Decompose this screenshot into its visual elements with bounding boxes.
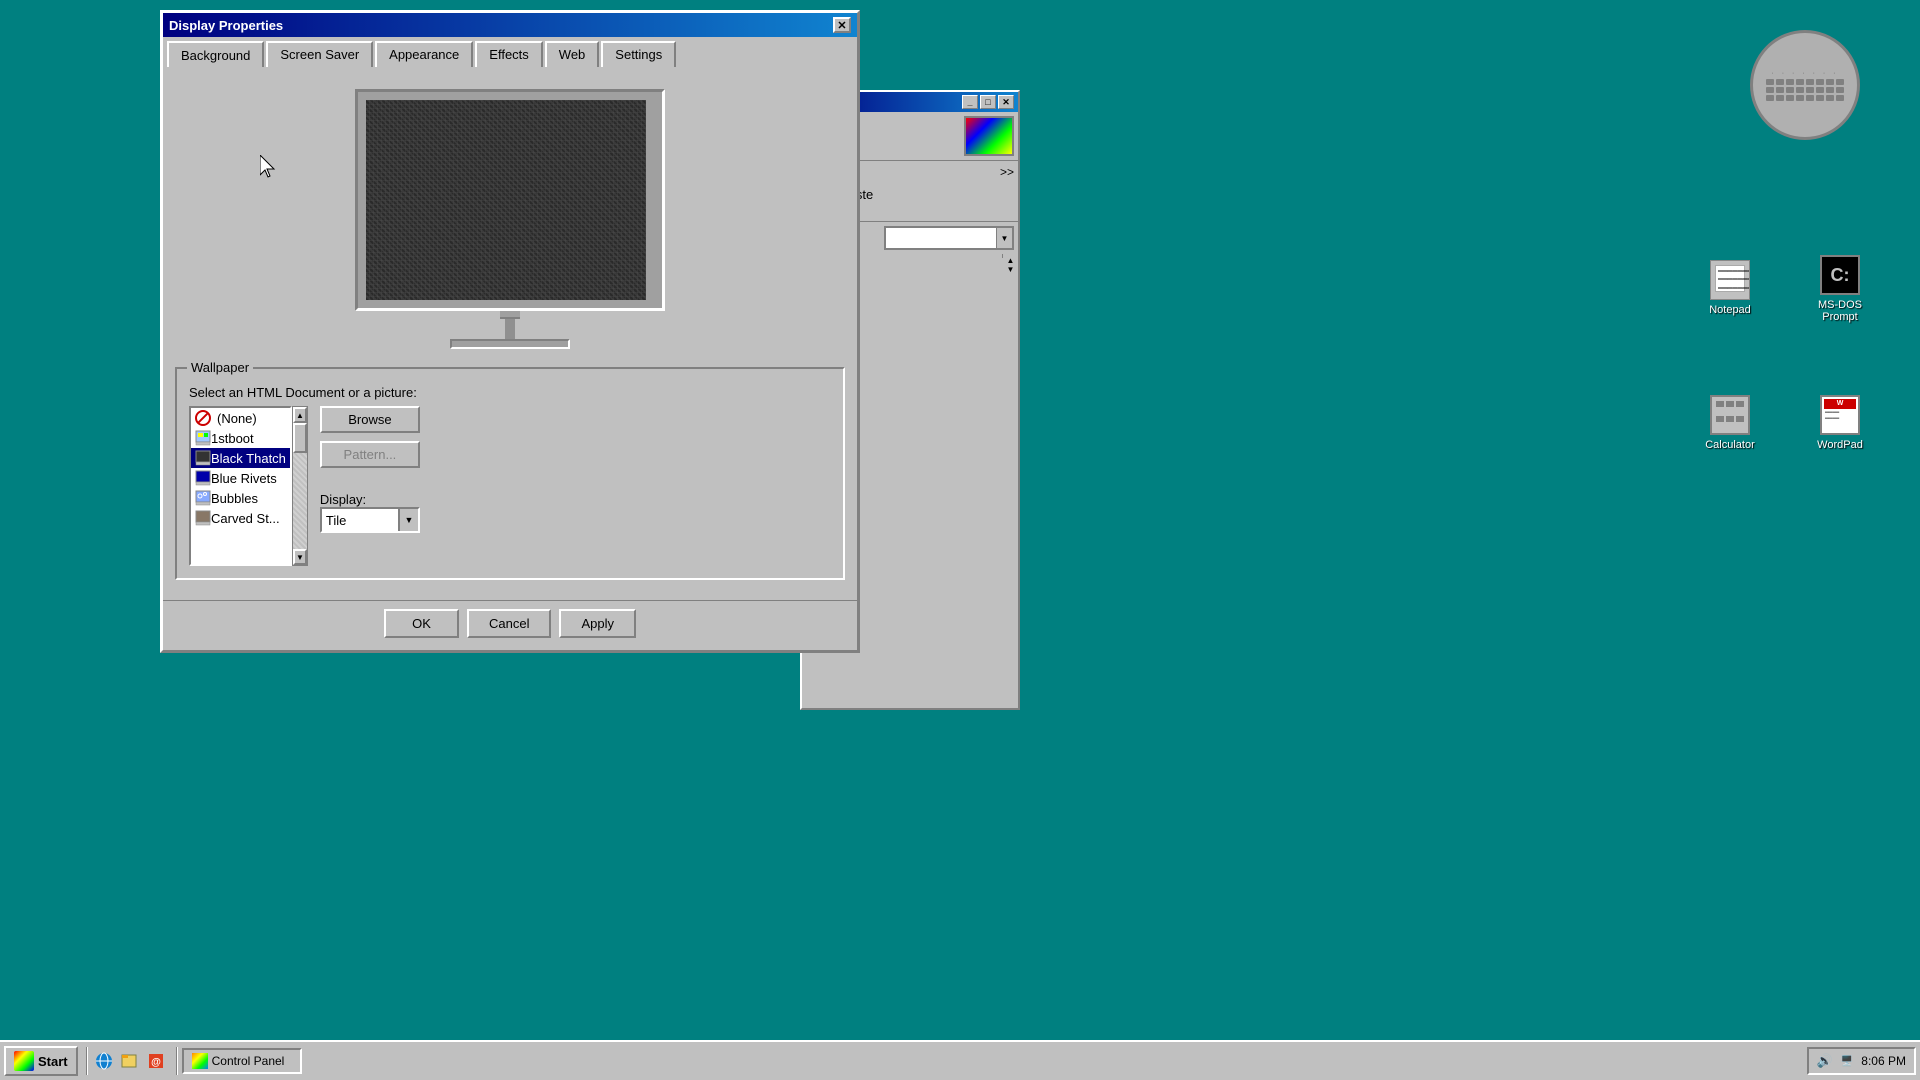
start-label: Start (38, 1054, 68, 1069)
apply-button[interactable]: Apply (559, 609, 636, 638)
dialog-title: Display Properties (169, 18, 283, 33)
quick-launch-explorer-icon[interactable] (118, 1049, 142, 1073)
display-properties-dialog: Display Properties ✕ Background Screen S… (160, 10, 860, 653)
taskbar-tray: 🔊 🖥️ 8:06 PM (1807, 1047, 1916, 1075)
desktop-icon-notepad[interactable]: ════════════════════════ Notepad (1690, 260, 1770, 316)
tab-screensaver[interactable]: Screen Saver (266, 41, 373, 67)
dialog-footer: OK Cancel Apply (163, 600, 857, 650)
tabs-row: Background Screen Saver Appearance Effec… (163, 37, 857, 67)
bg-window-close[interactable]: ✕ (998, 95, 1014, 109)
monitor-preview (175, 79, 845, 359)
quick-launch-channels-icon[interactable]: @ (144, 1049, 168, 1073)
listbox-scrollbar[interactable]: ▲ ▼ (292, 406, 308, 566)
pattern-button[interactable]: Pattern... (320, 441, 420, 468)
keyboard-icon: · · · · · · · (1750, 30, 1860, 140)
list-item-carved-st[interactable]: Carved St... (191, 508, 290, 528)
bg-window-maximize[interactable]: □ (980, 95, 996, 109)
dialog-close-button[interactable]: ✕ (833, 17, 851, 33)
wallpaper-group: Wallpaper Select an HTML Document or a p… (175, 367, 845, 580)
taskbar-apps: Control Panel (182, 1048, 302, 1074)
start-button[interactable]: Start (4, 1046, 78, 1076)
wallpaper-buttons: Browse Pattern... Display: Tile ▼ (320, 406, 420, 533)
color-icon (964, 116, 1014, 156)
display-dropdown[interactable]: Tile ▼ (320, 507, 420, 533)
display-dropdown-arrow[interactable]: ▼ (398, 509, 418, 531)
taskbar: Start @ Control Panel 🔊 🖥️ 8:06 (0, 1040, 1920, 1080)
svg-text:@: @ (151, 1057, 161, 1068)
list-item-black-thatch[interactable]: Black Thatch (191, 448, 290, 468)
display-selected: Tile (322, 511, 398, 530)
scroll-down-button[interactable]: ▼ (293, 549, 307, 565)
tab-appearance[interactable]: Appearance (375, 41, 473, 67)
ok-button[interactable]: OK (384, 609, 459, 638)
control-panel-taskbar-icon (192, 1053, 208, 1069)
cancel-button[interactable]: Cancel (467, 609, 551, 638)
tab-web[interactable]: Web (545, 41, 600, 67)
thatch-pattern (366, 100, 646, 300)
wallpaper-select-label: Select an HTML Document or a picture: (189, 385, 831, 400)
browse-button[interactable]: Browse (320, 406, 420, 433)
tab-settings[interactable]: Settings (601, 41, 676, 67)
monitor-bezel (355, 89, 665, 311)
wallpaper-legend: Wallpaper (187, 360, 253, 375)
taskbar-divider-2 (176, 1047, 178, 1075)
scroll-thumb[interactable] (293, 423, 307, 453)
tab-background[interactable]: Background (167, 41, 264, 67)
bg-window-minimize[interactable]: _ (962, 95, 978, 109)
quick-launch-ie-icon[interactable] (92, 1049, 116, 1073)
monitor-screen (366, 100, 646, 300)
dialog-titlebar: Display Properties ✕ (163, 13, 857, 37)
list-item-none[interactable]: (None) (191, 408, 290, 428)
desktop-icon-msdos[interactable]: C: MS-DOS Prompt (1800, 255, 1880, 323)
tray-network-icon: 🖥️ (1841, 1056, 1853, 1067)
desktop-icon-calculator[interactable]: Calculator (1690, 395, 1770, 451)
desktop: · · · · · · · ════════════════════════ N… (0, 0, 1920, 1080)
tab-effects[interactable]: Effects (475, 41, 543, 67)
wallpaper-listbox-container: (None) 1stboot (189, 406, 308, 566)
wallpaper-listbox[interactable]: (None) 1stboot (189, 406, 292, 566)
scroll-up-button[interactable]: ▲ (293, 407, 307, 423)
dialog-body: Wallpaper Select an HTML Document or a p… (163, 67, 857, 592)
windows-logo-icon (14, 1051, 34, 1071)
list-item-bubbles[interactable]: Bubbles (191, 488, 290, 508)
tray-volume-icon[interactable]: 🔊 (1817, 1053, 1833, 1069)
desktop-icon-wordpad[interactable]: W ════════ WordPad (1800, 395, 1880, 451)
taskbar-app-label: Control Panel (212, 1054, 285, 1068)
taskbar-app-control-panel[interactable]: Control Panel (182, 1048, 302, 1074)
notepad-label: Notepad (1709, 304, 1751, 316)
taskbar-divider (86, 1047, 88, 1075)
clock: 8:06 PM (1861, 1054, 1906, 1068)
list-item-blue-rivets[interactable]: Blue Rivets (191, 468, 290, 488)
list-item-1stboot[interactable]: 1stboot (191, 428, 290, 448)
